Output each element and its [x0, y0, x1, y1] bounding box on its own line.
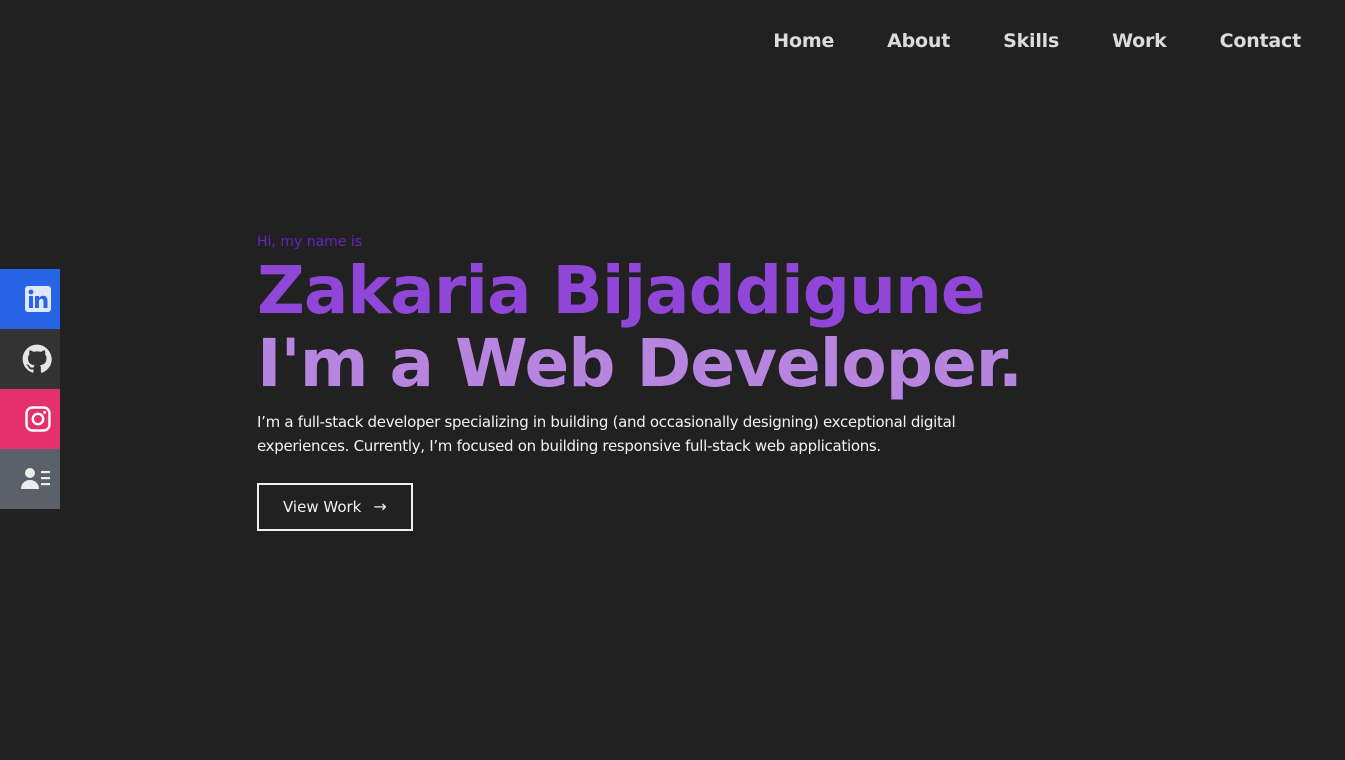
page: Home About Skills Work Contact Hi, my na…: [0, 0, 1345, 760]
nav-skills[interactable]: Skills: [1003, 27, 1059, 55]
view-work-button[interactable]: View Work →: [257, 483, 413, 531]
hero-section: Hi, my name is Zakaria Bijaddigune I'm a…: [257, 232, 1023, 531]
view-work-label: View Work: [283, 498, 362, 516]
resume-icon: [21, 468, 50, 489]
intro-paragraph: I’m a full-stack developer specializing …: [257, 413, 956, 455]
greeting-text: Hi, my name is: [257, 234, 363, 250]
linkedin-link[interactable]: [0, 269, 60, 329]
hero-role: I'm a Web Developer.: [257, 325, 1023, 402]
github-link[interactable]: [0, 329, 60, 389]
nav-work[interactable]: Work: [1112, 27, 1167, 55]
social-sidebar: [0, 269, 60, 509]
nav-contact[interactable]: Contact: [1220, 27, 1302, 55]
linkedin-icon: [25, 286, 51, 312]
resume-link[interactable]: [0, 449, 60, 509]
hero-name: Zakaria Bijaddigune: [257, 252, 986, 329]
arrow-right-icon: →: [373, 497, 387, 516]
nav-home[interactable]: Home: [773, 27, 834, 55]
nav-about[interactable]: About: [887, 27, 950, 55]
instagram-link[interactable]: [0, 389, 60, 449]
instagram-icon: [25, 406, 51, 432]
github-icon: [22, 344, 52, 373]
top-nav: Home About Skills Work Contact: [720, 27, 1301, 55]
